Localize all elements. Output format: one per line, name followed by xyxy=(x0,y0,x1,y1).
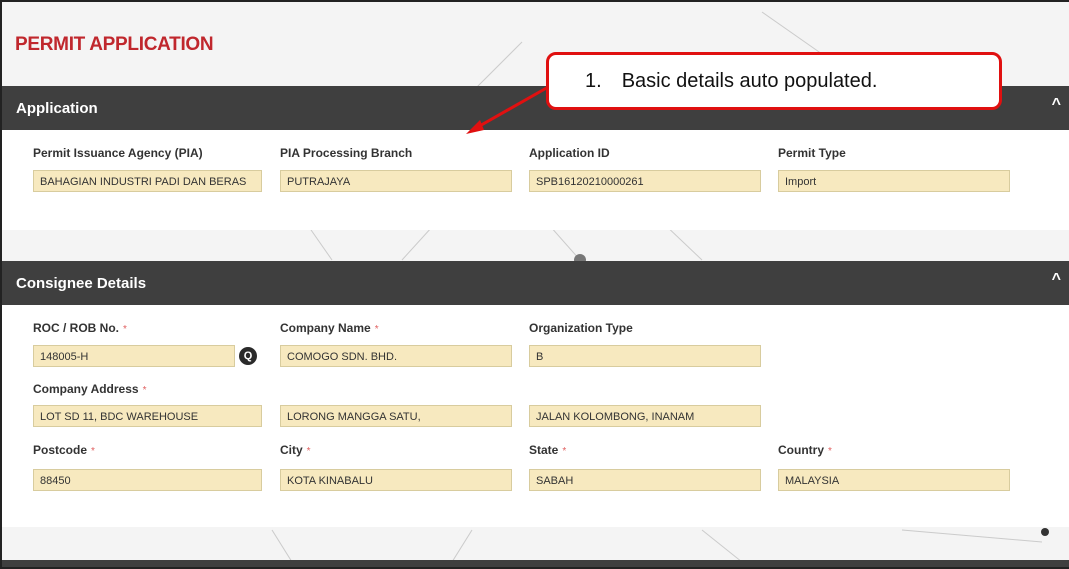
company-address-label: Company Address * xyxy=(33,382,147,396)
consignee-section-header[interactable]: Consignee Details ^ xyxy=(2,261,1069,305)
consignee-section-title: Consignee Details xyxy=(16,275,147,292)
application-id-label: Application ID xyxy=(529,146,610,160)
roc-field[interactable]: 148005-H xyxy=(33,345,235,367)
state-label: State * xyxy=(529,443,567,457)
application-section-title: Application xyxy=(16,100,98,117)
caret-up-icon[interactable]: ^ xyxy=(1052,96,1061,114)
pia-field[interactable]: BAHAGIAN INDUSTRI PADI DAN BERAS xyxy=(33,170,262,192)
address-line2-field[interactable]: LORONG MANGGA SATU, xyxy=(280,405,512,427)
next-section-header xyxy=(2,560,1069,567)
address-line3-field[interactable]: JALAN KOLOMBONG, INANAM xyxy=(529,405,761,427)
pia-branch-label: PIA Processing Branch xyxy=(280,146,413,160)
org-type-label: Organization Type xyxy=(529,321,633,335)
roc-label: ROC / ROB No. * xyxy=(33,321,127,335)
state-field[interactable]: SABAH xyxy=(529,469,761,491)
consignee-section-body: ROC / ROB No. * 148005-H Q Company Name * … xyxy=(2,305,1069,527)
annotation-callout: 1. Basic details auto populated. xyxy=(546,52,1002,110)
application-id-field[interactable]: SPB16120210000261 xyxy=(529,170,761,192)
permit-application-page: PERMIT APPLICATION Application ^ Permit … xyxy=(0,0,1069,569)
city-label: City * xyxy=(280,443,311,457)
permit-type-field[interactable]: Import xyxy=(778,170,1010,192)
callout-text: Basic details auto populated. xyxy=(621,70,878,92)
company-name-field[interactable]: COMOGO SDN. BHD. xyxy=(280,345,512,367)
caret-up-icon[interactable]: ^ xyxy=(1052,271,1061,289)
pia-label: Permit Issuance Agency (PIA) xyxy=(33,146,203,160)
callout-number: 1. xyxy=(585,70,602,92)
permit-type-label: Permit Type xyxy=(778,146,846,160)
country-field[interactable]: MALAYSIA xyxy=(778,469,1010,491)
country-label: Country * xyxy=(778,443,832,457)
postcode-field[interactable]: 88450 xyxy=(33,469,262,491)
address-line1-field[interactable]: LOT SD 11, BDC WAREHOUSE xyxy=(33,405,262,427)
org-type-field[interactable]: B xyxy=(529,345,761,367)
city-field[interactable]: KOTA KINABALU xyxy=(280,469,512,491)
application-section-body: Permit Issuance Agency (PIA) BAHAGIAN IN… xyxy=(2,130,1069,230)
search-icon[interactable]: Q xyxy=(239,347,257,365)
pia-branch-field[interactable]: PUTRAJAYA xyxy=(280,170,512,192)
company-name-label: Company Name * xyxy=(280,321,379,335)
postcode-label: Postcode * xyxy=(33,443,95,457)
page-title: PERMIT APPLICATION xyxy=(15,34,214,55)
